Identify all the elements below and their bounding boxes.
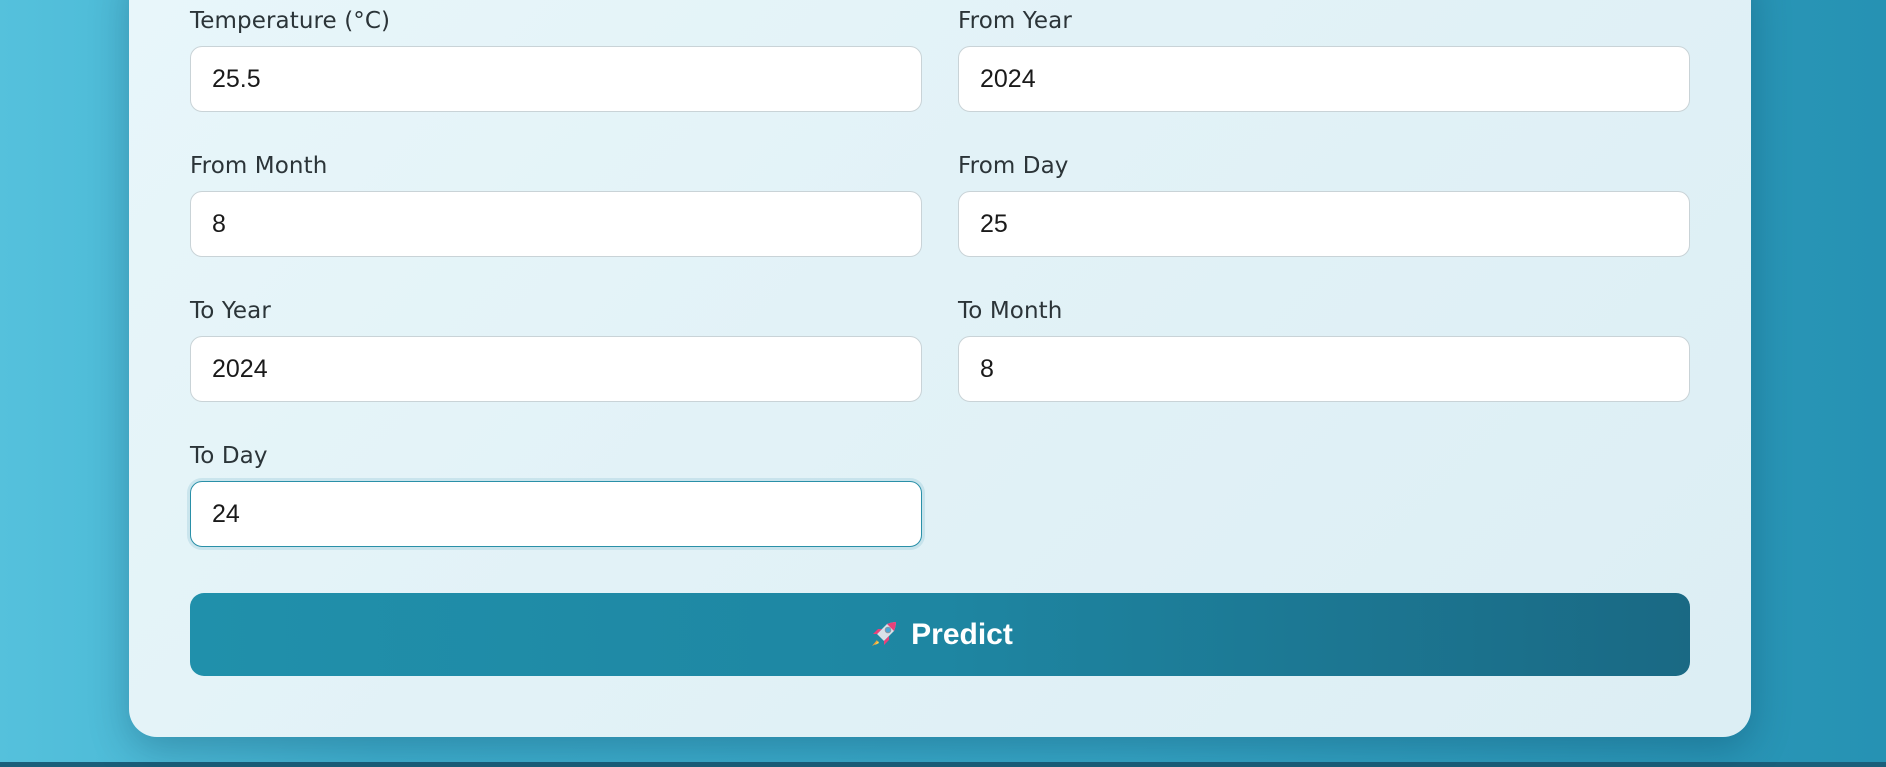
temperature-label: Temperature (°C): [190, 8, 391, 34]
rocket-icon: [867, 619, 899, 651]
from-month-field: From Month: [190, 152, 922, 257]
to-day-input[interactable]: [190, 481, 922, 547]
temperature-input[interactable]: [190, 46, 922, 112]
to-year-input[interactable]: [190, 336, 922, 402]
to-day-field: To Day: [190, 442, 922, 547]
from-year-field: From Year: [958, 7, 1690, 112]
from-day-field: From Day: [958, 152, 1690, 257]
to-year-label: To Year: [190, 298, 271, 324]
to-month-label: To Month: [958, 298, 1063, 324]
temperature-field: Temperature (°C): [190, 7, 922, 112]
to-year-field: To Year: [190, 297, 922, 402]
from-month-label: From Month: [190, 153, 328, 179]
from-day-label: From Day: [958, 153, 1069, 179]
to-month-input[interactable]: [958, 336, 1690, 402]
to-day-label: To Day: [190, 443, 268, 469]
from-year-label: From Year: [958, 8, 1072, 34]
from-year-input[interactable]: [958, 46, 1690, 112]
to-month-field: To Month: [958, 297, 1690, 402]
page-bottom-strip: [0, 762, 1886, 767]
predict-button-label: Predict: [911, 617, 1013, 651]
from-day-input[interactable]: [958, 191, 1690, 257]
predict-button[interactable]: Predict: [190, 593, 1690, 676]
from-month-input[interactable]: [190, 191, 922, 257]
